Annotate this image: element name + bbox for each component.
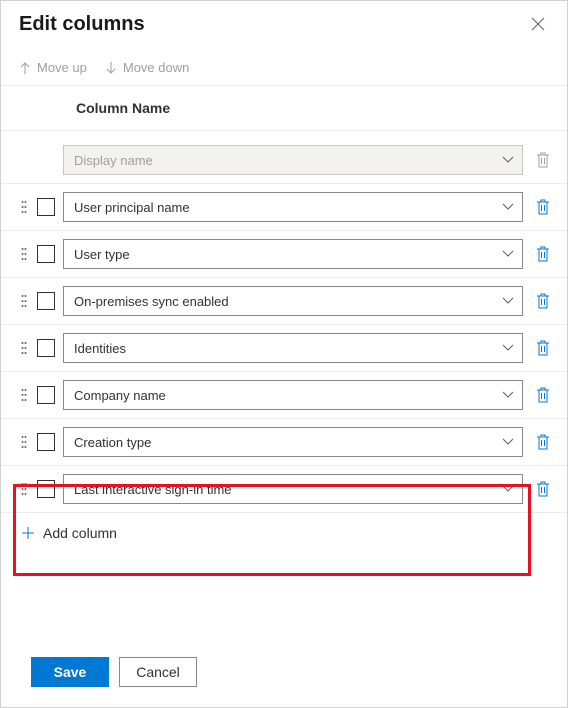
panel-title: Edit columns xyxy=(19,13,145,36)
row-checkbox[interactable] xyxy=(37,433,55,451)
move-up-label: Move up xyxy=(37,60,87,75)
drag-handle[interactable] xyxy=(19,200,29,214)
row-checkbox[interactable] xyxy=(37,245,55,263)
column-select[interactable]: Creation type xyxy=(63,427,523,457)
delete-column-button[interactable] xyxy=(531,481,555,497)
column-select[interactable]: User principal name xyxy=(63,192,523,222)
column-row: Last interactive sign-in time xyxy=(1,466,567,513)
move-down-button[interactable]: Move down xyxy=(105,60,189,75)
delete-column-button[interactable] xyxy=(531,340,555,356)
add-column-label: Add column xyxy=(43,525,117,541)
close-button[interactable] xyxy=(527,13,549,35)
row-checkbox[interactable] xyxy=(37,292,55,310)
column-select: Display name xyxy=(63,145,523,175)
column-row: Company name xyxy=(1,372,567,419)
edit-columns-panel: Edit columns Move up Move down Column Na… xyxy=(0,0,568,708)
delete-column-button[interactable] xyxy=(531,387,555,403)
column-select[interactable]: Company name xyxy=(63,380,523,410)
column-row: Display name xyxy=(1,137,567,184)
column-select[interactable]: Last interactive sign-in time xyxy=(63,474,523,504)
chevron-down-icon xyxy=(502,438,514,446)
column-header: Column Name xyxy=(1,86,567,131)
chevron-down-icon xyxy=(502,297,514,305)
row-checkbox[interactable] xyxy=(37,480,55,498)
column-select-label: Last interactive sign-in time xyxy=(74,482,232,497)
drag-handle[interactable] xyxy=(19,435,29,449)
panel-header: Edit columns xyxy=(1,1,567,42)
column-select-label: Identities xyxy=(74,341,126,356)
delete-column-button[interactable] xyxy=(531,199,555,215)
row-checkbox[interactable] xyxy=(37,386,55,404)
row-checkbox[interactable] xyxy=(37,339,55,357)
column-rows: Display name User principal name User type… xyxy=(1,131,567,643)
drag-handle[interactable] xyxy=(19,482,29,496)
chevron-down-icon xyxy=(502,250,514,258)
delete-column-button xyxy=(531,152,555,168)
column-row: Creation type xyxy=(1,419,567,466)
toolbar: Move up Move down xyxy=(1,42,567,86)
delete-column-button[interactable] xyxy=(531,246,555,262)
delete-column-button[interactable] xyxy=(531,293,555,309)
column-select[interactable]: Identities xyxy=(63,333,523,363)
drag-handle[interactable] xyxy=(19,388,29,402)
chevron-down-icon xyxy=(502,344,514,352)
column-row: On-premises sync enabled xyxy=(1,278,567,325)
column-select-label: User principal name xyxy=(74,200,190,215)
footer: Save Cancel xyxy=(1,643,567,707)
column-row: User type xyxy=(1,231,567,278)
arrow-up-icon xyxy=(19,61,31,75)
column-select-label: Display name xyxy=(74,153,153,168)
chevron-down-icon xyxy=(502,203,514,211)
column-select[interactable]: User type xyxy=(63,239,523,269)
drag-handle[interactable] xyxy=(19,294,29,308)
chevron-down-icon xyxy=(502,391,514,399)
row-checkbox[interactable] xyxy=(37,198,55,216)
delete-column-button[interactable] xyxy=(531,434,555,450)
column-row: User principal name xyxy=(1,184,567,231)
move-down-label: Move down xyxy=(123,60,189,75)
column-select-label: Creation type xyxy=(74,435,151,450)
plus-icon xyxy=(21,526,35,540)
move-up-button[interactable]: Move up xyxy=(19,60,87,75)
close-icon xyxy=(531,17,545,31)
chevron-down-icon xyxy=(502,485,514,493)
add-column-button[interactable]: Add column xyxy=(1,513,567,553)
column-row: Identities xyxy=(1,325,567,372)
column-select-label: Company name xyxy=(74,388,166,403)
drag-handle[interactable] xyxy=(19,247,29,261)
save-button[interactable]: Save xyxy=(31,657,109,687)
cancel-button[interactable]: Cancel xyxy=(119,657,197,687)
chevron-down-icon xyxy=(502,156,514,164)
column-select-label: User type xyxy=(74,247,130,262)
column-select-label: On-premises sync enabled xyxy=(74,294,229,309)
drag-handle[interactable] xyxy=(19,341,29,355)
arrow-down-icon xyxy=(105,61,117,75)
column-select[interactable]: On-premises sync enabled xyxy=(63,286,523,316)
